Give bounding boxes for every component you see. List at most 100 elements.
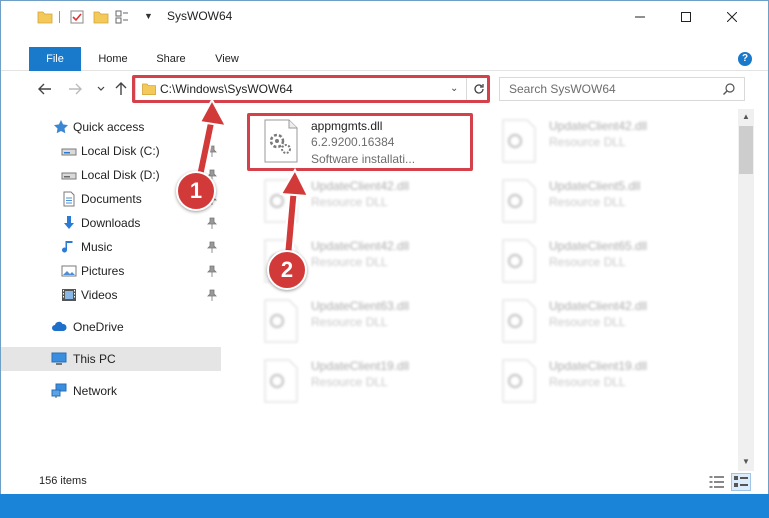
file-name: UpdateClient42.dll bbox=[311, 239, 410, 253]
pin-icon[interactable] bbox=[207, 289, 217, 301]
pictures-icon bbox=[61, 265, 77, 277]
folder-icon[interactable] bbox=[37, 9, 53, 25]
file-item[interactable]: UpdateClient65.dll Resource DLL bbox=[483, 233, 713, 289]
back-button[interactable] bbox=[35, 79, 55, 99]
maximize-icon bbox=[681, 12, 691, 22]
tab-view[interactable]: View bbox=[205, 47, 249, 71]
vertical-scrollbar[interactable]: ▲ ▼ bbox=[738, 109, 754, 471]
tab-home[interactable]: Home bbox=[89, 47, 137, 71]
window-title: SysWOW64 bbox=[167, 9, 233, 23]
search-placeholder: Search SysWOW64 bbox=[509, 82, 616, 96]
file-item[interactable]: UpdateClient42.dll Resource DLL bbox=[483, 293, 713, 349]
scroll-up-icon[interactable]: ▲ bbox=[738, 109, 754, 125]
sidebar-item-this-pc[interactable]: This PC bbox=[1, 347, 221, 371]
details-view-icon[interactable] bbox=[709, 475, 725, 489]
dll-file-icon bbox=[502, 119, 536, 163]
help-icon[interactable]: ? bbox=[738, 52, 752, 66]
sidebar-item-label: Downloads bbox=[81, 216, 141, 230]
minimize-icon bbox=[635, 16, 645, 18]
new-folder-icon[interactable] bbox=[93, 9, 109, 25]
scroll-thumb[interactable] bbox=[739, 126, 753, 174]
arrow-up-icon bbox=[115, 82, 127, 95]
close-button[interactable] bbox=[709, 1, 755, 33]
sidebar-item-label: OneDrive bbox=[73, 320, 124, 334]
pc-icon bbox=[51, 352, 67, 365]
customize-icon[interactable] bbox=[114, 9, 130, 25]
file-highlight-box bbox=[247, 113, 473, 171]
dll-file-icon bbox=[264, 179, 298, 223]
file-name: UpdateClient19.dll bbox=[311, 359, 410, 373]
pin-icon[interactable] bbox=[207, 265, 217, 277]
forward-button[interactable] bbox=[65, 79, 85, 99]
scroll-down-icon[interactable]: ▼ bbox=[738, 454, 754, 470]
step-badge-1: 1 bbox=[176, 171, 216, 211]
sidebar-item-onedrive[interactable]: OneDrive bbox=[1, 315, 221, 339]
file-description: Resource DLL bbox=[311, 255, 388, 269]
sidebar-item-downloads[interactable]: Downloads bbox=[1, 211, 221, 235]
file-description: Resource DLL bbox=[549, 195, 626, 209]
file-description: Resource DLL bbox=[549, 255, 626, 269]
sidebar-item-label: Music bbox=[81, 240, 113, 254]
up-button[interactable] bbox=[111, 79, 131, 99]
sidebar-item-label: Documents bbox=[81, 192, 142, 206]
file-name: UpdateClient19.dll bbox=[549, 359, 648, 373]
navigation-pane: Quick access Local Disk (C:) Local Disk … bbox=[1, 111, 221, 461]
download-icon bbox=[64, 216, 74, 229]
taskbar-strip bbox=[0, 494, 769, 518]
sidebar-item-label: Network bbox=[73, 384, 118, 398]
recent-locations-button[interactable] bbox=[91, 79, 111, 99]
sidebar-item-network[interactable]: Network bbox=[1, 379, 221, 403]
quick-access-dropdown-icon[interactable]: ▼ bbox=[144, 11, 153, 21]
tab-file[interactable]: File bbox=[29, 47, 81, 71]
file-description: Resource DLL bbox=[549, 315, 626, 329]
explorer-window: ▼ SysWOW64 File Home Share View ? C:\Win… bbox=[0, 0, 769, 518]
dll-file-icon bbox=[502, 179, 536, 223]
pin-icon[interactable] bbox=[207, 241, 217, 253]
dll-file-icon bbox=[264, 359, 298, 403]
dll-file-icon bbox=[502, 239, 536, 283]
network-icon bbox=[51, 383, 67, 398]
file-item[interactable]: UpdateClient5.dll Resource DLL bbox=[483, 173, 713, 229]
address-highlight-box bbox=[132, 75, 490, 103]
file-item[interactable]: UpdateClient19.dll Resource DLL bbox=[245, 353, 475, 409]
file-description: Resource DLL bbox=[311, 195, 388, 209]
file-name: UpdateClient65.dll bbox=[549, 239, 648, 253]
cloud-icon bbox=[52, 321, 67, 331]
search-icon[interactable] bbox=[722, 82, 736, 96]
sidebar-item-videos[interactable]: Videos bbox=[1, 283, 221, 307]
sidebar-item-pictures[interactable]: Pictures bbox=[1, 259, 221, 283]
sidebar-item-music[interactable]: Music bbox=[1, 235, 221, 259]
videos-icon bbox=[62, 289, 76, 301]
minimize-button[interactable] bbox=[617, 1, 663, 33]
step-badge-2: 2 bbox=[267, 250, 307, 290]
tiles-view-button[interactable] bbox=[731, 473, 751, 491]
file-item[interactable]: UpdateClient42.dll Resource DLL bbox=[483, 113, 713, 169]
pin-icon[interactable] bbox=[207, 145, 217, 157]
file-description: Resource DLL bbox=[311, 315, 388, 329]
status-bar: 156 items bbox=[1, 471, 768, 493]
properties-icon[interactable] bbox=[69, 9, 85, 25]
sidebar-item-quick-access[interactable]: Quick access bbox=[1, 115, 221, 139]
search-input[interactable]: Search SysWOW64 bbox=[499, 77, 745, 101]
pin-icon[interactable] bbox=[207, 217, 217, 229]
tiles-view-icon bbox=[734, 476, 748, 487]
navigation-bar: C:\Windows\SysWOW64 ⌄ Search SysWOW64 bbox=[1, 73, 768, 105]
sidebar-item-label: Videos bbox=[81, 288, 118, 302]
file-item[interactable]: UpdateClient63.dll Resource DLL bbox=[245, 293, 475, 349]
file-name: UpdateClient5.dll bbox=[549, 179, 641, 193]
music-icon bbox=[62, 241, 73, 253]
file-item[interactable]: UpdateClient42.dll Resource DLL bbox=[245, 173, 475, 229]
maximize-button[interactable] bbox=[663, 1, 709, 33]
ribbon-tabs: File Home Share View ? bbox=[1, 47, 768, 71]
drive-icon bbox=[61, 172, 77, 180]
file-item[interactable]: UpdateClient19.dll Resource DLL bbox=[483, 353, 713, 409]
arrow-right-icon bbox=[69, 83, 82, 95]
drive-icon bbox=[61, 148, 77, 156]
tab-share[interactable]: Share bbox=[147, 47, 195, 71]
quick-access-separator bbox=[59, 11, 60, 23]
sidebar-item-local-disk-c[interactable]: Local Disk (C:) bbox=[1, 139, 221, 163]
file-description: Resource DLL bbox=[311, 375, 388, 389]
title-bar: ▼ SysWOW64 bbox=[1, 1, 768, 33]
dll-file-icon bbox=[502, 359, 536, 403]
documents-icon bbox=[63, 191, 75, 207]
